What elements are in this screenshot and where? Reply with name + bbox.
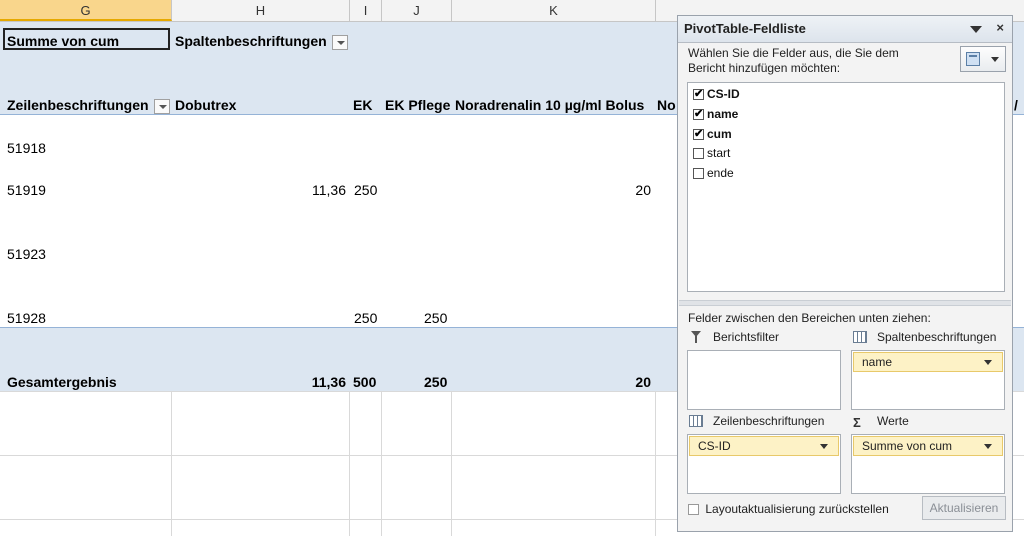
column-header-k[interactable]: K [452,0,656,21]
column-field-chip[interactable]: name [853,352,1003,372]
row-labels-area-label: Zeilenbeschriftungen [689,413,824,429]
value-cell[interactable]: 250 [354,181,377,199]
field-label: cum [707,127,732,141]
checkbox-unchecked[interactable] [693,168,704,179]
column-header-h[interactable]: H [172,0,350,21]
row-labels-header[interactable]: Zeilenbeschriftungen [7,96,170,114]
layout-options-button[interactable] [960,46,1006,72]
column-header-g[interactable]: G [0,0,172,21]
value-cell[interactable]: 250 [354,309,377,327]
report-filter-text: Berichtsfilter [713,330,780,344]
field-label: CS-ID [707,87,740,101]
col-header-ek-pflege[interactable]: EK Pflege [385,96,450,114]
grand-total-value[interactable]: 500 [353,373,376,391]
col-header-ek[interactable]: EK [353,96,372,114]
chip-label: Summe von cum [862,439,953,453]
value-cell[interactable]: 250 [424,309,447,327]
chevron-down-icon [991,57,999,62]
field-instruction: Wählen Sie die Felder aus, die Sie dem B… [688,46,899,75]
column-labels-header[interactable]: Spaltenbeschriftungen [175,32,348,50]
chevron-down-icon[interactable] [984,360,992,365]
row-label[interactable]: 51923 [7,245,46,263]
grand-total-label[interactable]: Gesamtergebnis [7,373,117,391]
grid-line [171,392,172,536]
field-item-ende[interactable]: ende [693,165,734,181]
field-item-cs-id[interactable]: CS-ID [693,86,740,102]
checkbox-checked[interactable] [693,126,704,142]
row-label[interactable]: 51928 [7,309,46,327]
chevron-down-icon[interactable] [820,444,828,449]
defer-checkbox[interactable] [688,504,699,515]
field-label: start [707,146,731,160]
sigma-icon: Σ [853,415,861,430]
checkbox-checked[interactable] [693,106,704,122]
panel-titlebar[interactable]: PivotTable-Feldliste × [678,16,1012,43]
column-filter-dropdown-icon[interactable] [331,34,348,50]
defer-layout-update[interactable]: Layoutaktualisierung zurückstellen [688,502,889,516]
col-header-noradrenalin[interactable]: Noradrenalin 10 µg/ml Bolus [455,96,644,114]
values-area-text: Werte [877,414,909,428]
row-label[interactable]: 51919 [7,181,46,199]
field-label: name [707,107,739,121]
grid-line [655,392,656,536]
field-item-cum[interactable]: cum [693,126,732,142]
values-field-chip[interactable]: Summe von cum [853,436,1003,456]
checkbox-checked[interactable] [693,86,704,102]
column-grid-icon [853,331,867,343]
filter-icon [689,331,703,343]
column-labels-area-label: Spaltenbeschriftungen [853,329,996,345]
close-icon[interactable]: × [996,20,1004,35]
defer-label: Layoutaktualisierung zurückstellen [705,502,889,516]
values-area-label: Σ Werte [853,413,909,430]
corner-label[interactable]: Summe von cum [7,32,119,50]
col-header-edge-fragment: / [1014,97,1018,113]
row-labels-header-text: Zeilenbeschriftungen [7,97,149,113]
col-header-dobutrex[interactable]: Dobutrex [175,96,236,114]
column-labels-header-text: Spaltenbeschriftungen [175,33,327,49]
field-label: ende [707,166,734,180]
field-item-start[interactable]: start [693,145,730,161]
row-filter-dropdown-icon[interactable] [153,98,170,114]
grid-line [451,392,452,536]
grid-line [349,392,350,536]
grand-total-value[interactable]: 250 [424,373,447,391]
row-label[interactable]: 51918 [7,139,46,157]
column-header-i[interactable]: I [350,0,382,21]
row-labels-area-text: Zeilenbeschriftungen [713,414,825,428]
field-item-name[interactable]: name [693,106,738,122]
row-field-chip[interactable]: CS-ID [689,436,839,456]
update-button[interactable]: Aktualisieren [922,496,1006,520]
report-filter-area[interactable] [687,350,841,410]
panel-menu-dropdown-icon[interactable] [970,26,982,33]
column-labels-area-text: Spaltenbeschriftungen [877,330,997,344]
value-cell[interactable]: 11,36 [172,181,346,199]
checkbox-unchecked[interactable] [693,148,704,159]
layout-icon [966,52,980,66]
row-grid-icon [689,415,703,427]
col-header-truncated[interactable]: No [657,96,676,114]
column-labels-area[interactable]: name [851,350,1005,410]
grand-total-value[interactable]: 20 [452,373,651,391]
panel-splitter[interactable] [679,300,1011,306]
report-filter-label: Berichtsfilter [689,329,779,345]
grid-line [381,392,382,536]
chip-label: name [862,355,893,369]
values-area[interactable]: Summe von cum [851,434,1005,494]
chevron-down-icon[interactable] [984,444,992,449]
value-cell[interactable]: 20 [452,181,651,199]
column-header-j[interactable]: J [382,0,452,21]
pivottable-field-list-panel: PivotTable-Feldliste × Wählen Sie die Fe… [677,15,1013,532]
grand-total-value[interactable]: 11,36 [172,373,346,391]
row-labels-area[interactable]: CS-ID [687,434,841,494]
field-list-box[interactable]: CS-ID name cum start ende [687,82,1005,292]
chip-label: CS-ID [698,439,731,453]
drag-instruction: Felder zwischen den Bereichen unten zieh… [688,311,931,325]
panel-title: PivotTable-Feldliste [684,21,806,36]
